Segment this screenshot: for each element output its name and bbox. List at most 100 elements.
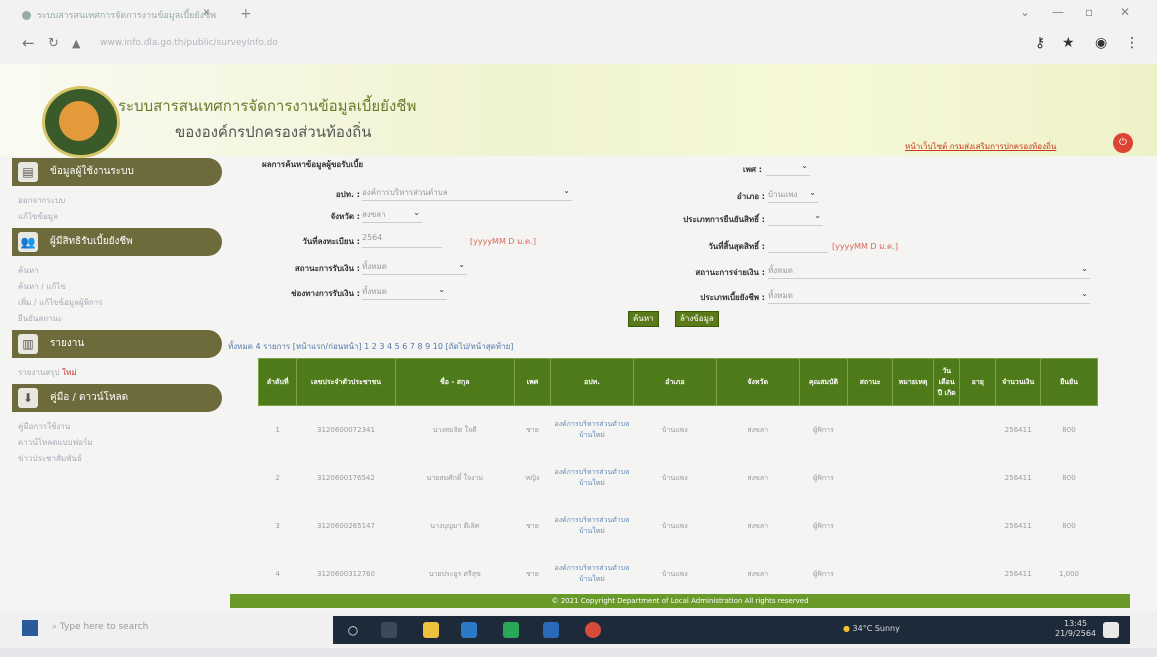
col-header: อปท. xyxy=(550,358,634,406)
welfare-channel-label: ช่องทางการรับเงิน : xyxy=(291,289,360,298)
sidebar-section-user[interactable]: ▤ ข้อมูลผู้ใช้งานระบบ xyxy=(12,158,222,186)
new-tab-icon[interactable]: + xyxy=(240,6,252,22)
notification-icon[interactable] xyxy=(1103,622,1119,638)
copyright-footer: © 2021 Copyright Department of Local Adm… xyxy=(230,594,1130,608)
search-icon[interactable]: ○ xyxy=(345,622,361,638)
welfare-channel-select[interactable]: ทั้งหมด ⌄ xyxy=(362,285,447,300)
bottom-edge xyxy=(0,648,1157,657)
allowance-type-select[interactable]: ทั้งหมด ⌄ xyxy=(768,289,1090,304)
amphur-select[interactable]: บ้านแพง ⌄ xyxy=(768,188,818,203)
table-row[interactable]: 2 3120600176542 นายสมศักดิ์ ใจงาม หญิง องค์ก… xyxy=(259,454,1098,502)
col-header: คุณสมบัติ xyxy=(798,358,849,406)
col-header: อายุ xyxy=(959,358,997,406)
changwat-select[interactable]: สงขลา ⌄ xyxy=(362,208,422,223)
gender-select[interactable]: ⌄ xyxy=(766,161,810,176)
sidebar: ▤ ข้อมูลผู้ใช้งานระบบ ออกจากระบบ แก้ไขข้อ… xyxy=(12,158,222,466)
close-window-icon[interactable]: ✕ xyxy=(1120,5,1130,19)
sidebar-section-beneficiary[interactable]: 👥 ผู้มีสิทธิรับเบี้ยยังชีพ xyxy=(12,228,222,256)
date-from-format: [yyyyMM D ม.ค.] xyxy=(470,237,536,246)
pay-status-select[interactable]: ทั้งหมด ⌄ xyxy=(768,264,1090,279)
date-to-input[interactable] xyxy=(768,238,828,253)
download-icon: ⬇ xyxy=(18,388,38,408)
taskbar-apps: ○ ● 34°C Sunny 13:45 21/9/2564 xyxy=(333,616,1130,644)
chevron-down-icon: ⌄ xyxy=(563,186,570,195)
warning-icon[interactable]: ▲ xyxy=(72,37,80,50)
key-icon[interactable]: ⚷ xyxy=(1035,35,1045,51)
date-to-format: [yyyyMM D ม.ค.] xyxy=(832,242,898,251)
line-icon[interactable] xyxy=(503,622,519,638)
windows-start-icon[interactable] xyxy=(22,620,38,636)
sidebar-item-search[interactable]: ค้นหา xyxy=(12,262,222,278)
chevron-down-icon: ⌄ xyxy=(801,161,808,170)
system-clock[interactable]: 13:45 21/9/2564 xyxy=(1055,619,1096,639)
file-explorer-icon[interactable] xyxy=(423,622,439,638)
sidebar-item-manual[interactable]: คู่มือการใช้งาน xyxy=(12,418,222,434)
chevron-down-icon[interactable]: ⌄ xyxy=(1020,5,1030,19)
province-label: อปท. : xyxy=(335,190,360,199)
chevron-down-icon: ⌄ xyxy=(413,208,420,217)
taskbar-search-input[interactable]: ⌕ Type here to search xyxy=(52,622,302,632)
chevron-down-icon: ⌄ xyxy=(458,260,465,269)
bookmark-star-icon[interactable]: ★ xyxy=(1062,35,1075,51)
confirm-type-select[interactable]: ⌄ xyxy=(768,211,823,226)
chevron-down-icon: ⌄ xyxy=(809,188,816,197)
status-label: สถานะการรับเงิน : xyxy=(294,264,360,273)
results-table: ลำดับที่ เลขประจำตัวประชาชน ชื่อ - สกุล … xyxy=(257,358,1099,598)
sidebar-section-report[interactable]: ▥ รายงาน xyxy=(12,330,222,358)
search-button[interactable]: ค้นหา xyxy=(628,311,659,327)
report-icon: ▥ xyxy=(18,334,38,354)
sidebar-item-edit-profile[interactable]: แก้ไขข้อมูล xyxy=(12,208,222,224)
date-from-input[interactable]: 2564 xyxy=(362,233,442,248)
site-subtitle: ขององค์กรปกครองส่วนท้องถิ่น xyxy=(175,123,372,141)
document-icon: ▤ xyxy=(18,162,38,182)
sidebar-item-report-summary[interactable]: รายงานสรุป ใหม่ xyxy=(12,364,222,380)
sidebar-item-add-disabled[interactable]: เพิ่ม / แก้ไขข้อมูลผู้พิการ xyxy=(12,294,222,310)
address-bar: ← ↻ ▲ www.info.dla.go.th/public/surveyIn… xyxy=(0,28,1157,62)
col-header: จังหวัด xyxy=(715,358,800,406)
clear-button[interactable]: ล้างข้อมูล xyxy=(675,311,719,327)
chrome-icon[interactable] xyxy=(585,622,601,638)
pagination[interactable]: ทั้งหมด 4 รายการ [หน้าแรก/ก่อนหน้า] 1 2 … xyxy=(228,340,513,353)
users-icon: 👥 xyxy=(18,232,38,252)
browser-tab[interactable]: ระบบสารสนเทศการจัดการงานข้อมูลเบี้ยยังชี… xyxy=(22,8,232,28)
table-row[interactable]: 1 3120600072341 นางสมจิต ใจดี ชาย องค์การบริ… xyxy=(259,406,1098,455)
table-row[interactable]: 4 3120600312760 นายประยูร ศรีสุข ชาย องค์การ… xyxy=(259,550,1098,598)
word-icon[interactable] xyxy=(543,622,559,638)
allowance-type-label: ประเภทเบี้ยยังชีพ : xyxy=(700,293,765,302)
menu-icon[interactable]: ⋮ xyxy=(1125,35,1139,51)
chevron-down-icon: ⌄ xyxy=(1081,289,1088,298)
gender-label: เพศ : xyxy=(742,165,762,174)
close-tab-icon[interactable]: ✕ xyxy=(202,8,210,18)
col-header: วัน เดือน ปี เกิด xyxy=(933,358,961,406)
col-header: อำเภอ xyxy=(632,358,717,406)
form-section-label: ผลการค้นหาข้อมูลผู้ขอรับเบี้ย xyxy=(262,160,364,169)
date-to-label: วันที่สิ้นสุดสิทธิ์ : xyxy=(708,242,765,251)
reload-icon[interactable]: ↻ xyxy=(48,36,59,51)
power-icon[interactable]: ⏻ xyxy=(1113,133,1133,153)
favicon-icon xyxy=(22,11,31,20)
chevron-down-icon: ⌄ xyxy=(1081,264,1088,273)
search-icon: ⌕ xyxy=(52,622,60,632)
table-row[interactable]: 3 3120600265147 นางบุญมา ดีเลิศ ชาย องค์การบ… xyxy=(259,502,1098,550)
weather-widget[interactable]: ● 34°C Sunny xyxy=(843,624,900,633)
sidebar-item-confirm-status[interactable]: ยืนยันสถานะ xyxy=(12,310,222,326)
date-from-label: วันที่ลงทะเบียน : xyxy=(302,237,360,246)
table-header-row: ลำดับที่ เลขประจำตัวประชาชน ชื่อ - สกุล … xyxy=(257,358,1099,406)
back-icon[interactable]: ← xyxy=(22,34,35,52)
province-select[interactable]: องค์การบริหารส่วนตำบล ⌄ xyxy=(362,186,572,201)
sidebar-item-search-edit[interactable]: ค้นหา / แก้ไข xyxy=(12,278,222,294)
task-view-icon[interactable] xyxy=(381,622,397,638)
edge-icon[interactable] xyxy=(461,622,477,638)
status-select[interactable]: ทั้งหมด ⌄ xyxy=(362,260,467,275)
sidebar-section-download[interactable]: ⬇ คู่มือ / ดาวน์โหลด xyxy=(12,384,222,412)
maximize-icon[interactable]: ▫ xyxy=(1085,5,1093,19)
minimize-icon[interactable]: — xyxy=(1052,5,1064,19)
url-field[interactable]: www.info.dla.go.th/public/surveyInfo.do xyxy=(100,38,620,48)
sidebar-item-news[interactable]: ข่าวประชาสัมพันธ์ xyxy=(12,450,222,466)
profile-icon[interactable]: ◉ xyxy=(1095,35,1107,51)
new-badge: ใหม่ xyxy=(62,368,77,377)
dla-website-link[interactable]: หน้าเว็บไซต์ กรมส่งเสริมการปกครองท้องถิ่… xyxy=(905,140,1056,153)
sidebar-item-forms[interactable]: ดาวน์โหลดแบบฟอร์ม xyxy=(12,434,222,450)
col-header: เพศ xyxy=(513,358,552,406)
sidebar-item-logout[interactable]: ออกจากระบบ xyxy=(12,192,222,208)
